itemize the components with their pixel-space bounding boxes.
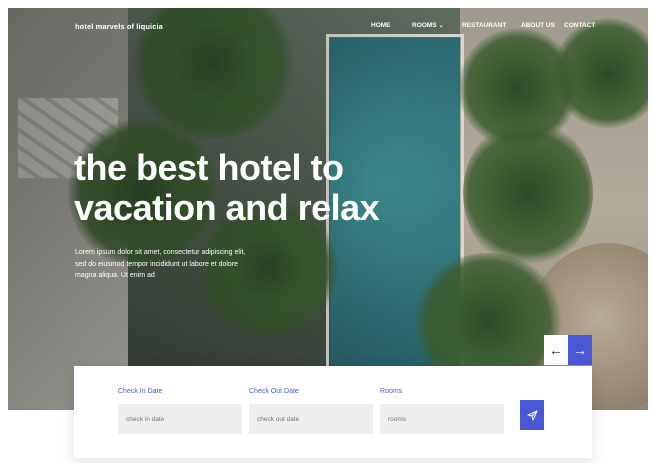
check-in-label: Check In Date (118, 388, 163, 395)
carousel-next-button[interactable]: → (568, 335, 592, 365)
chevron-down-icon: ⌄ (438, 23, 444, 29)
arrow-left-icon: ← (549, 342, 563, 358)
check-out-field: Check Out Date (249, 388, 373, 434)
check-out-input[interactable] (249, 404, 373, 434)
brand-name[interactable]: hotel marvels of liquicia (75, 22, 163, 31)
check-out-label: Check Out Date (249, 388, 299, 395)
hero-title-line-1: the best hotel to (74, 147, 344, 188)
nav-about-us[interactable]: ABOUT US (521, 22, 555, 29)
hero-title-line-2: vacation and relax (74, 187, 380, 228)
hero-title: the best hotel to vacation and relax (74, 148, 404, 228)
nav-home[interactable]: HOME (371, 22, 391, 29)
hero-description: Lorem ipsum dolor sit amet, consectetur … (75, 249, 246, 279)
rooms-input[interactable] (380, 404, 504, 434)
page-frame: hotel marvels of liquicia HOME ROOMS ⌄ RE… (8, 8, 648, 463)
paper-plane-icon (526, 409, 538, 421)
nav-rooms[interactable]: ROOMS ⌄ (412, 22, 444, 29)
nav-contact[interactable]: CONTACT (564, 22, 595, 29)
check-in-field: Check In Date (118, 388, 242, 434)
top-navigation: hotel marvels of liquicia HOME ROOMS ⌄ RE… (8, 18, 648, 36)
rooms-label: Rooms (380, 388, 403, 395)
booking-form: Check In Date Check Out Date Rooms (74, 366, 592, 458)
rooms-field: Rooms (380, 388, 504, 434)
nav-restaurant[interactable]: RESTAURANT (462, 22, 506, 29)
arrow-right-icon: → (573, 342, 587, 358)
check-in-input[interactable] (118, 404, 242, 434)
nav-rooms-label: ROOMS (412, 22, 437, 29)
submit-booking-button[interactable] (520, 400, 544, 430)
carousel-prev-button[interactable]: ← (544, 335, 568, 365)
